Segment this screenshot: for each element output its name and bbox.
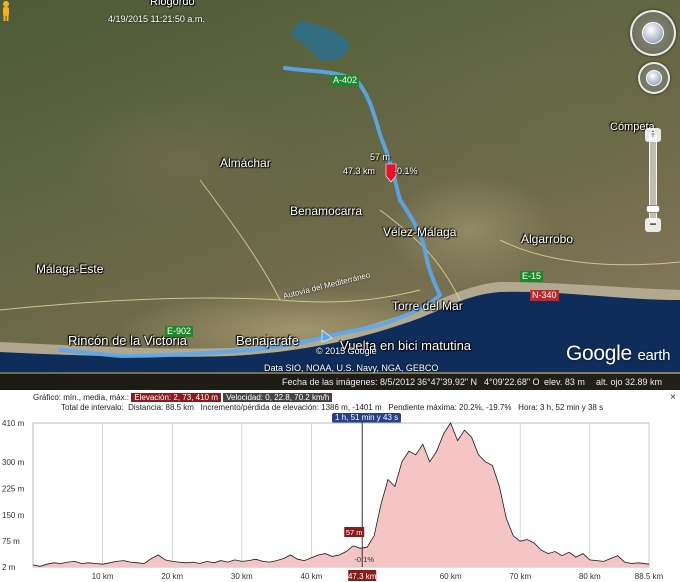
place-label[interactable]: Vélez-Málaga [383,225,456,239]
road-tag: N-340 [530,290,559,301]
place-label[interactable]: Almáchar [220,156,271,170]
x-tick-label: 47.3 km [348,572,377,581]
y-tick-label: 300 m [2,458,25,467]
place-label[interactable]: Benajarafe [236,333,299,348]
zoom-out-button[interactable]: − [645,218,661,232]
y-tick-labels: 410 m 300 m 225 m 150 m 75 m 2 m [2,419,25,572]
google-earth-logo: Google earth [566,342,670,366]
data-sources: Data SIO, NOAA, U.S. Navy, NGA, GEBCO [264,363,439,373]
plot-frame [32,422,650,568]
status-bar: Fecha de las imágenes: 8/5/2012 36°47'39… [0,374,680,390]
marker-elevation-badge: 57 m [346,528,363,537]
y-tick-label: 410 m [2,419,25,428]
elevation-profile-panel: Gráfico: mín., media, máx.: Elevación: 2… [0,390,680,582]
place-label[interactable]: Torre del Mar [392,299,463,313]
zoom-slider-thumb[interactable] [646,205,660,213]
x-tick-label: 88.5 km [635,572,664,581]
elevation-readout: elev. 83 m [544,377,585,387]
place-label[interactable]: Benamocarra [290,204,362,218]
eye-altitude-readout: alt. ojo 32.89 km [596,377,663,387]
road-tag: A-402 [331,75,360,86]
y-tick-label: 2 m [2,563,16,572]
x-tick-labels: 10 km 20 km 30 km 40 km 47.3 km 60 km 70 km 80 … [92,570,664,581]
copyright: © 2015 Google [316,346,377,356]
road-tag: E-15 [520,271,544,282]
look-around-control[interactable] [630,10,676,56]
x-tick-label: 20 km [161,572,183,581]
map-view[interactable]: 4/19/2015 11:21:50 a.m. Riogordo Almácha… [0,0,680,390]
eye-icon [642,22,664,44]
x-tick-label: 30 km [231,572,253,581]
place-label[interactable]: Algarrobo [521,232,573,246]
logo-sub: earth [637,347,671,364]
x-tick-label: 70 km [509,572,531,581]
marker-grade-label: -0.1% [354,555,374,564]
track-grade-readout: -0.1% [394,166,418,176]
track-distance-readout: 47.3 km [343,166,376,176]
y-tick-label: 225 m [2,484,25,493]
elevation-chart[interactable]: 410 m 300 m 225 m 150 m 75 m 2 m 10 km 20 km 30… [0,390,680,582]
place-label[interactable]: Málaga-Este [36,262,103,276]
pegman-icon[interactable] [0,0,12,22]
map-layer [0,20,680,372]
y-tick-label: 75 m [2,537,20,546]
logo-main: Google [566,342,632,365]
map-timestamp: 4/19/2015 11:21:50 a.m. [108,14,205,24]
x-tick-label: 80 km [579,572,601,581]
imagery-date: Fecha de las imágenes: 8/5/2012 [282,377,416,387]
x-tick-label: 40 km [301,572,323,581]
x-tick-label: 60 km [440,572,462,581]
place-label[interactable]: Riogordo [150,0,195,8]
hand-icon [646,70,662,86]
longitude-readout: 4°09'22.68" O [484,377,540,387]
road-tag: E-902 [165,326,194,337]
move-control[interactable] [638,62,670,94]
track-elevation-readout: 57 m [370,152,391,162]
reservoir [290,20,350,62]
x-tick-label: 10 km [92,572,114,581]
y-tick-label: 150 m [2,511,25,520]
latitude-readout: 36°47'39.92" N [417,377,478,387]
